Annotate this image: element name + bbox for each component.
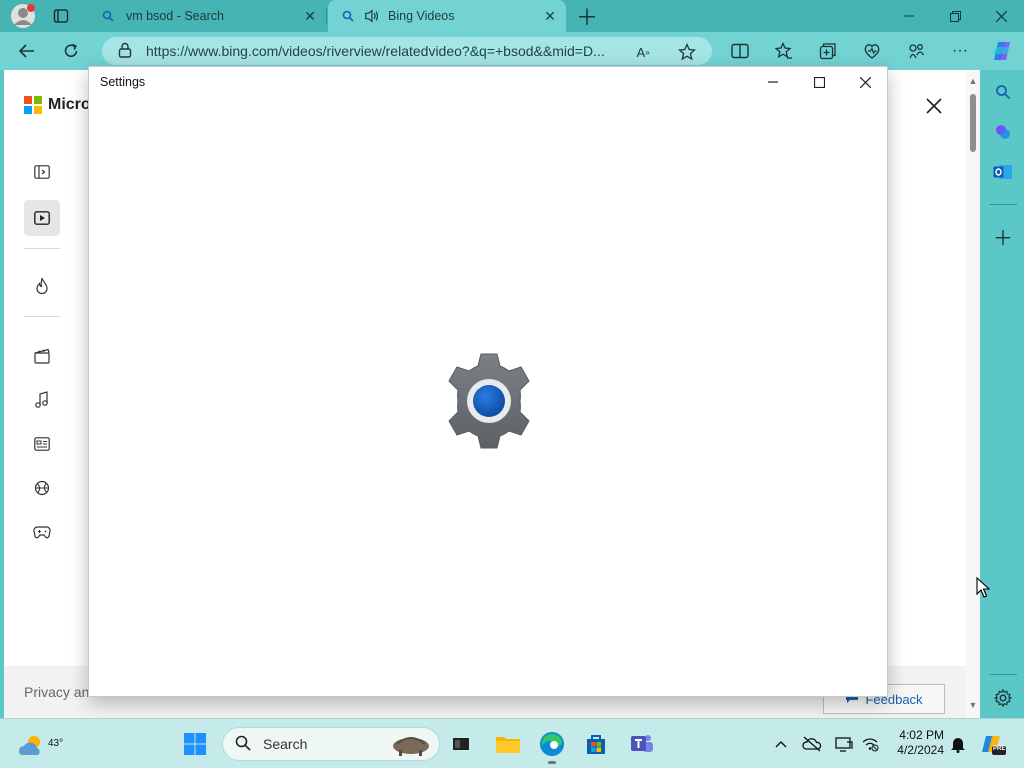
settings-minimize-button[interactable] [750, 67, 796, 97]
back-button[interactable] [12, 36, 42, 66]
weather-widget[interactable]: 43° [16, 727, 64, 761]
close-video-icon[interactable] [922, 94, 946, 118]
extensions-icon[interactable] [901, 36, 931, 66]
settings-window: Settings [88, 66, 888, 697]
rail-divider [24, 248, 60, 249]
new-tab-button[interactable]: ＋ [572, 1, 602, 31]
scroll-up-arrow[interactable]: ▲ [968, 76, 978, 86]
mouse-cursor-icon [976, 577, 990, 598]
tab-title: vm bsod - Search [126, 9, 224, 23]
browser-tab-bar: vm bsod - Search ✕ Bing Videos ✕ ＋ [0, 0, 1024, 32]
close-tab-icon[interactable]: ✕ [542, 8, 558, 24]
pre-badge: PRE [993, 746, 1006, 752]
video-icon[interactable] [24, 200, 60, 236]
close-tab-icon[interactable]: ✕ [302, 8, 318, 24]
add-icon[interactable]: ＋ [991, 224, 1015, 250]
restore-window-button[interactable] [932, 0, 978, 32]
search-icon [100, 8, 116, 24]
url-text: https://www.bing.com/videos/riverview/re… [146, 43, 605, 59]
clock-time: 4:02 PM [899, 728, 944, 742]
tab-vm-bsod-search[interactable]: vm bsod - Search ✕ [88, 0, 326, 32]
settings-gear-icon [448, 353, 530, 449]
sidebar-divider [989, 204, 1017, 205]
tab-divider [326, 8, 327, 24]
favorite-star-icon[interactable] [678, 43, 696, 61]
active-app-indicator [548, 761, 556, 764]
split-screen-icon[interactable] [725, 36, 755, 66]
browser-essentials-icon[interactable] [857, 36, 887, 66]
close-window-button[interactable] [978, 0, 1024, 32]
sports-icon[interactable] [24, 470, 60, 506]
more-menu-icon[interactable]: ··· [945, 36, 975, 66]
copilot-designer-icon[interactable] [991, 120, 1015, 144]
search-highlight-icon [389, 732, 433, 761]
refresh-button[interactable] [56, 36, 86, 66]
temperature: 43° [48, 738, 64, 749]
tab-bing-videos[interactable]: Bing Videos ✕ [328, 0, 566, 32]
scroll-down-arrow[interactable]: ▼ [968, 700, 978, 710]
outlook-icon[interactable] [991, 160, 1015, 184]
search-label: Search [263, 736, 308, 752]
weather-icon [18, 736, 40, 755]
privacy-link[interactable]: Privacy an [24, 684, 89, 700]
tab-title: Bing Videos [388, 9, 455, 23]
edge-sidebar: ＋ [982, 70, 1024, 718]
network-icon[interactable] [859, 733, 881, 755]
favorites-icon[interactable] [769, 36, 799, 66]
gaming-icon[interactable] [24, 514, 60, 550]
rail-divider [24, 316, 60, 317]
copilot-icon[interactable] [987, 36, 1017, 66]
settings-close-button[interactable] [842, 67, 888, 97]
sidebar-toggle-icon[interactable] [24, 154, 60, 190]
news-icon[interactable] [24, 426, 60, 462]
tab-actions-icon[interactable] [46, 1, 76, 31]
lock-icon[interactable] [118, 42, 132, 61]
address-bar[interactable]: https://www.bing.com/videos/riverview/re… [102, 37, 712, 65]
onedrive-offline-icon[interactable] [801, 733, 823, 755]
clock-date: 4/2/2024 [897, 743, 944, 757]
collections-icon[interactable] [813, 36, 843, 66]
microsoft-store-icon[interactable] [580, 728, 612, 760]
scroll-thumb[interactable] [970, 94, 976, 152]
settings-window-title: Settings [100, 75, 146, 89]
page-scrollbar[interactable]: ▲ ▼ [966, 70, 980, 718]
windows-taskbar: 43° Search 4:02 PM 4/2/2024 PRE [0, 718, 1024, 768]
file-explorer-icon[interactable] [492, 728, 524, 760]
read-aloud-icon[interactable]: A» [634, 43, 652, 61]
task-view-icon[interactable] [445, 728, 477, 760]
teams-icon[interactable] [626, 728, 658, 760]
speaker-icon[interactable] [364, 8, 380, 24]
search-icon [235, 735, 251, 754]
show-hidden-icons[interactable] [770, 733, 792, 755]
notification-icon[interactable] [947, 733, 969, 755]
display-icon[interactable] [833, 733, 855, 755]
start-button[interactable] [179, 728, 211, 760]
trending-icon[interactable] [24, 268, 60, 304]
music-icon[interactable] [24, 382, 60, 418]
taskbar-search[interactable]: Search [222, 727, 440, 761]
taskbar-clock[interactable]: 4:02 PM 4/2/2024 [890, 728, 944, 758]
copilot-preview-icon[interactable]: PRE [978, 733, 1008, 755]
sidebar-settings-icon[interactable] [991, 686, 1015, 710]
search-icon[interactable] [991, 80, 1015, 104]
settings-maximize-button[interactable] [796, 67, 842, 97]
movie-icon[interactable] [24, 338, 60, 374]
sidebar-divider [989, 674, 1017, 675]
microsoft-logo-icon [24, 96, 42, 114]
minimize-window-button[interactable] [886, 0, 932, 32]
profile-avatar[interactable] [8, 1, 38, 31]
edge-browser-icon[interactable] [536, 728, 568, 760]
search-icon [340, 8, 356, 24]
